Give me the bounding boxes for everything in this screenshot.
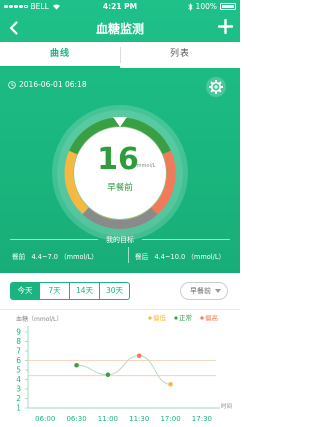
- legend-label: 偏高: [205, 313, 219, 322]
- x-tick-label: 11:30: [129, 415, 149, 423]
- x-tick-label: 17:00: [160, 415, 180, 423]
- glucose-unit: mmol/L: [137, 163, 156, 169]
- legend-label: 正常: [179, 313, 192, 322]
- y-tick-label: 1: [16, 404, 21, 413]
- goal-divider-right: [142, 239, 230, 240]
- goal-after-unit: （mmol/L）: [187, 253, 226, 261]
- y-tick-label: 6: [16, 356, 21, 365]
- glucose-chart: 血糖（mmol/L） 偏低 正常 偏高 123456789 06:00 06:30 11:…: [16, 313, 232, 423]
- y-tick-label: 4: [16, 375, 21, 384]
- chart-ylabel: 血糖（mmol/L）: [16, 315, 62, 323]
- bluetooth-icon: [187, 2, 193, 11]
- filter-today[interactable]: 今天: [10, 282, 40, 300]
- tab-list[interactable]: 列表: [120, 42, 240, 68]
- y-tick-label: 9: [16, 328, 21, 337]
- chart-plot: 123456789 06:00 06:30 11:00 11:30 17:00 17:30: [16, 326, 220, 423]
- goal-after-range: 4.4~10.0: [154, 253, 186, 261]
- legend-label: 偏低: [153, 313, 167, 322]
- meal-select-value: 早餐前: [190, 287, 211, 295]
- datetime-text: 2016-06-01 06:18: [19, 80, 87, 89]
- record-datetime: 2016-06-01 06:18: [8, 80, 87, 89]
- chart-legend: 偏低 正常 偏高: [148, 313, 219, 322]
- chevron-down-icon: [215, 289, 221, 293]
- meal-period: 早餐前: [107, 182, 133, 193]
- clock-icon: [8, 80, 16, 89]
- data-point: [136, 353, 142, 359]
- filter-14-days[interactable]: 14天: [70, 282, 100, 300]
- tab-bar: 曲线 列表: [0, 42, 240, 68]
- glucose-value: 16: [97, 142, 139, 177]
- goal-before-meal: 餐前 4.4~7.0 （mmol/L）: [12, 251, 98, 261]
- data-point: [168, 381, 173, 387]
- goal-divider-left: [10, 239, 98, 240]
- x-tick-label: 17:30: [192, 415, 212, 423]
- y-tick-label: 8: [16, 337, 21, 346]
- goal-after-meal: 餐后 4.4~10.0 （mmol/L）: [135, 251, 225, 261]
- battery-percent: 100%: [195, 2, 217, 11]
- goal-before-unit: （mmol/L）: [60, 253, 98, 261]
- goal-before-label: 餐前: [12, 253, 26, 261]
- legend-marker: [148, 316, 152, 320]
- legend-marker: [200, 316, 204, 320]
- goal-after-label: 餐后: [135, 253, 149, 261]
- filter-30-days[interactable]: 30天: [100, 282, 130, 300]
- filter-7-days[interactable]: 7天: [40, 282, 70, 300]
- page-title: 血糖监测: [95, 22, 144, 36]
- goal-separator: [128, 247, 129, 263]
- glucose-gauge: 16 mmol/L 早餐前: [52, 105, 188, 241]
- add-icon[interactable]: [218, 19, 233, 34]
- y-tick-label: 3: [16, 385, 21, 394]
- chart-xlabel: 时间: [221, 402, 232, 410]
- legend-marker: [174, 316, 178, 320]
- goal-title: 我的目标: [106, 236, 134, 244]
- gear-icon: [209, 80, 223, 94]
- series-line: [76, 355, 171, 385]
- x-tick-label: 06:00: [35, 415, 55, 423]
- data-point: [105, 372, 111, 378]
- battery-icon: [220, 3, 236, 10]
- data-point: [74, 362, 79, 368]
- header-panel: BELL 4:21 PM 100% 血糖监测 曲线 列表 2016-06-01 …: [0, 0, 240, 273]
- goal-before-range: 4.4~7.0: [31, 253, 58, 261]
- x-tick-label: 11:00: [98, 415, 118, 423]
- nav-bar: 血糖监测: [0, 14, 240, 42]
- tab-curve[interactable]: 曲线: [0, 42, 120, 68]
- x-tick-label: 06:30: [66, 415, 86, 423]
- meal-select[interactable]: 早餐前: [180, 282, 228, 300]
- y-tick-label: 5: [16, 366, 21, 375]
- y-tick-label: 7: [16, 347, 21, 356]
- status-bar: BELL 4:21 PM 100%: [0, 0, 240, 14]
- range-filter: 今天 7天 14天 30天: [10, 282, 130, 300]
- settings-button[interactable]: [206, 77, 226, 97]
- y-tick-label: 2: [16, 394, 21, 403]
